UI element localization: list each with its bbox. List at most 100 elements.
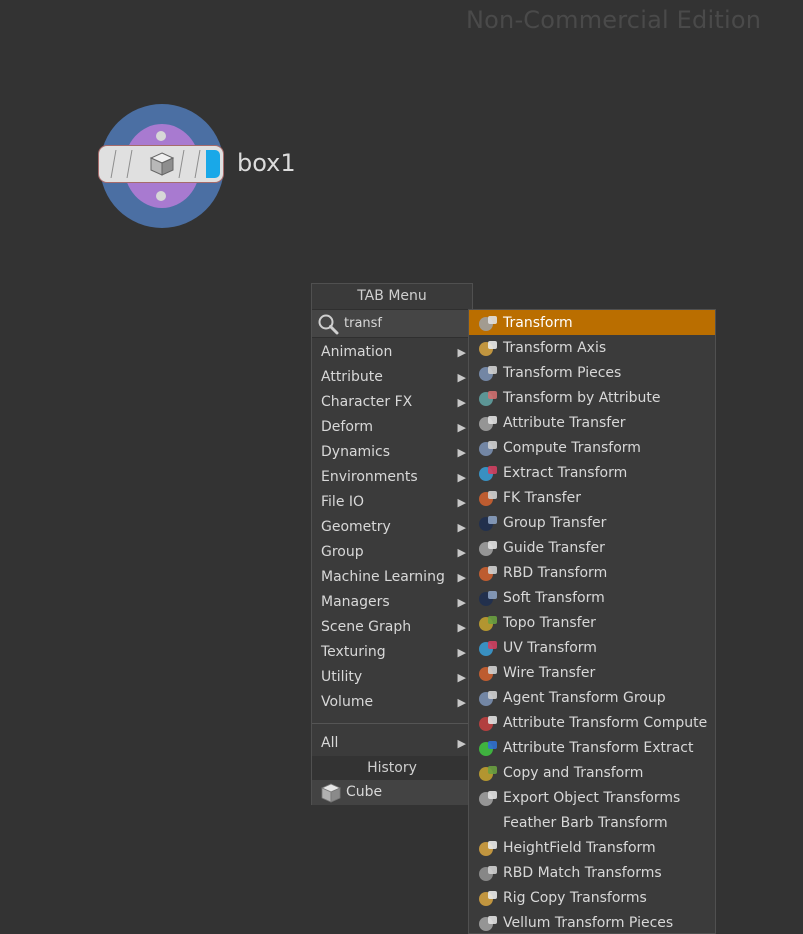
result-item[interactable]: RBD Match Transforms — [469, 860, 715, 885]
result-item[interactable]: Topo Transfer — [469, 610, 715, 635]
result-item[interactable]: Extract Transform — [469, 460, 715, 485]
result-item[interactable]: Copy and Transform — [469, 760, 715, 785]
result-label: Guide Transfer — [503, 539, 605, 556]
result-item[interactable]: Vellum Transform Pieces — [469, 910, 715, 933]
fk-transfer-icon — [477, 488, 499, 508]
category-list: Animation ▶ Attribute ▶ Character FX ▶ Deform ▶… — [312, 340, 472, 715]
category-label: Deform — [321, 419, 374, 435]
category-all[interactable]: All ▶ — [312, 731, 472, 756]
category-label: Attribute — [321, 369, 383, 385]
category-item[interactable]: Utility ▶ — [312, 665, 472, 690]
category-label: Volume — [321, 694, 374, 710]
result-item[interactable]: UV Transform — [469, 635, 715, 660]
result-label: Transform by Attribute — [503, 389, 661, 406]
transform-by-attribute-icon — [477, 388, 499, 408]
category-item[interactable]: Machine Learning ▶ — [312, 565, 472, 590]
transform-axis-icon — [477, 338, 499, 358]
category-label: All — [321, 735, 339, 751]
topo-transfer-icon — [477, 613, 499, 633]
submenu-arrow-icon: ▶ — [457, 671, 466, 684]
history-item-cube[interactable]: Cube — [312, 780, 472, 805]
result-label: Extract Transform — [503, 464, 628, 481]
submenu-arrow-icon: ▶ — [457, 346, 466, 359]
attribute-transform-compute-icon — [477, 713, 499, 733]
category-item[interactable]: Deform ▶ — [312, 415, 472, 440]
node-label[interactable]: box1 — [237, 149, 296, 177]
result-label: Transform Pieces — [503, 364, 622, 381]
category-label: Geometry — [321, 519, 391, 535]
result-item[interactable]: Agent Transform Group — [469, 685, 715, 710]
result-item[interactable]: Export Object Transforms — [469, 785, 715, 810]
category-item[interactable]: Group ▶ — [312, 540, 472, 565]
result-item[interactable]: Attribute Transfer — [469, 410, 715, 435]
rbd-transform-icon — [477, 563, 499, 583]
result-label: Copy and Transform — [503, 764, 644, 781]
submenu-arrow-icon: ▶ — [457, 696, 466, 709]
category-label: Group — [321, 544, 364, 560]
node-input-dot[interactable] — [156, 131, 166, 141]
node-stripe — [178, 150, 185, 178]
result-item[interactable]: Transform by Attribute — [469, 385, 715, 410]
result-item[interactable]: Wire Transfer — [469, 660, 715, 685]
result-item[interactable]: Guide Transfer — [469, 535, 715, 560]
result-item[interactable]: Feather Barb Transform — [469, 810, 715, 835]
category-item[interactable]: Animation ▶ — [312, 340, 472, 365]
result-label: FK Transfer — [503, 489, 581, 506]
separator — [312, 723, 472, 724]
display-flag[interactable] — [206, 150, 220, 178]
submenu-arrow-icon: ▶ — [457, 371, 466, 384]
category-label: Scene Graph — [321, 619, 412, 635]
result-item[interactable]: Transform Axis — [469, 335, 715, 360]
result-label: Group Transfer — [503, 514, 607, 531]
category-item[interactable]: Attribute ▶ — [312, 365, 472, 390]
result-label: Attribute Transform Extract — [503, 739, 694, 756]
node-stripe — [110, 150, 117, 178]
category-item[interactable]: Volume ▶ — [312, 690, 472, 715]
result-item[interactable]: Soft Transform — [469, 585, 715, 610]
category-item[interactable]: Texturing ▶ — [312, 640, 472, 665]
result-item[interactable]: Attribute Transform Extract — [469, 735, 715, 760]
search-row[interactable] — [312, 309, 472, 338]
category-item[interactable]: Dynamics ▶ — [312, 440, 472, 465]
category-label: Utility — [321, 669, 363, 685]
wire-transfer-icon — [477, 663, 499, 683]
result-item[interactable]: Group Transfer — [469, 510, 715, 535]
search-input[interactable] — [344, 316, 454, 331]
result-label: Rig Copy Transforms — [503, 889, 647, 906]
result-item[interactable]: FK Transfer — [469, 485, 715, 510]
result-label: HeightField Transform — [503, 839, 656, 856]
submenu-arrow-icon: ▶ — [457, 421, 466, 434]
category-item[interactable]: File IO ▶ — [312, 490, 472, 515]
history-item-label: Cube — [346, 784, 383, 800]
category-item[interactable]: Character FX ▶ — [312, 390, 472, 415]
category-label: Environments — [321, 469, 418, 485]
search-results-menu: Transform Transform Axis Transform Pieces T… — [468, 309, 716, 934]
category-item[interactable]: Scene Graph ▶ — [312, 615, 472, 640]
history-title: History — [312, 756, 472, 780]
cube-icon — [321, 783, 341, 803]
result-item[interactable]: Rig Copy Transforms — [469, 885, 715, 910]
result-label: Wire Transfer — [503, 664, 596, 681]
result-item[interactable]: Transform — [469, 310, 715, 335]
soft-transform-icon — [477, 588, 499, 608]
result-item[interactable]: Compute Transform — [469, 435, 715, 460]
category-item[interactable]: Managers ▶ — [312, 590, 472, 615]
search-icon — [318, 314, 339, 334]
uv-transform-icon — [477, 638, 499, 658]
node-stripe — [194, 150, 201, 178]
result-label: Feather Barb Transform — [503, 814, 668, 831]
submenu-arrow-icon: ▶ — [457, 446, 466, 459]
node-body[interactable] — [98, 145, 224, 183]
result-item[interactable]: RBD Transform — [469, 560, 715, 585]
heightfield-transform-icon — [477, 838, 499, 858]
node-output-dot[interactable] — [156, 191, 166, 201]
category-label: Animation — [321, 344, 393, 360]
tab-menu: TAB Menu Animation▶Attribute▶Character F… — [311, 283, 473, 805]
result-item[interactable]: Attribute Transform Compute — [469, 710, 715, 735]
result-label: Attribute Transform Compute — [503, 714, 708, 731]
result-item[interactable]: Transform Pieces — [469, 360, 715, 385]
category-item[interactable]: Geometry ▶ — [312, 515, 472, 540]
result-item[interactable]: HeightField Transform — [469, 835, 715, 860]
category-item[interactable]: Environments ▶ — [312, 465, 472, 490]
result-label: Transform Axis — [503, 339, 607, 356]
